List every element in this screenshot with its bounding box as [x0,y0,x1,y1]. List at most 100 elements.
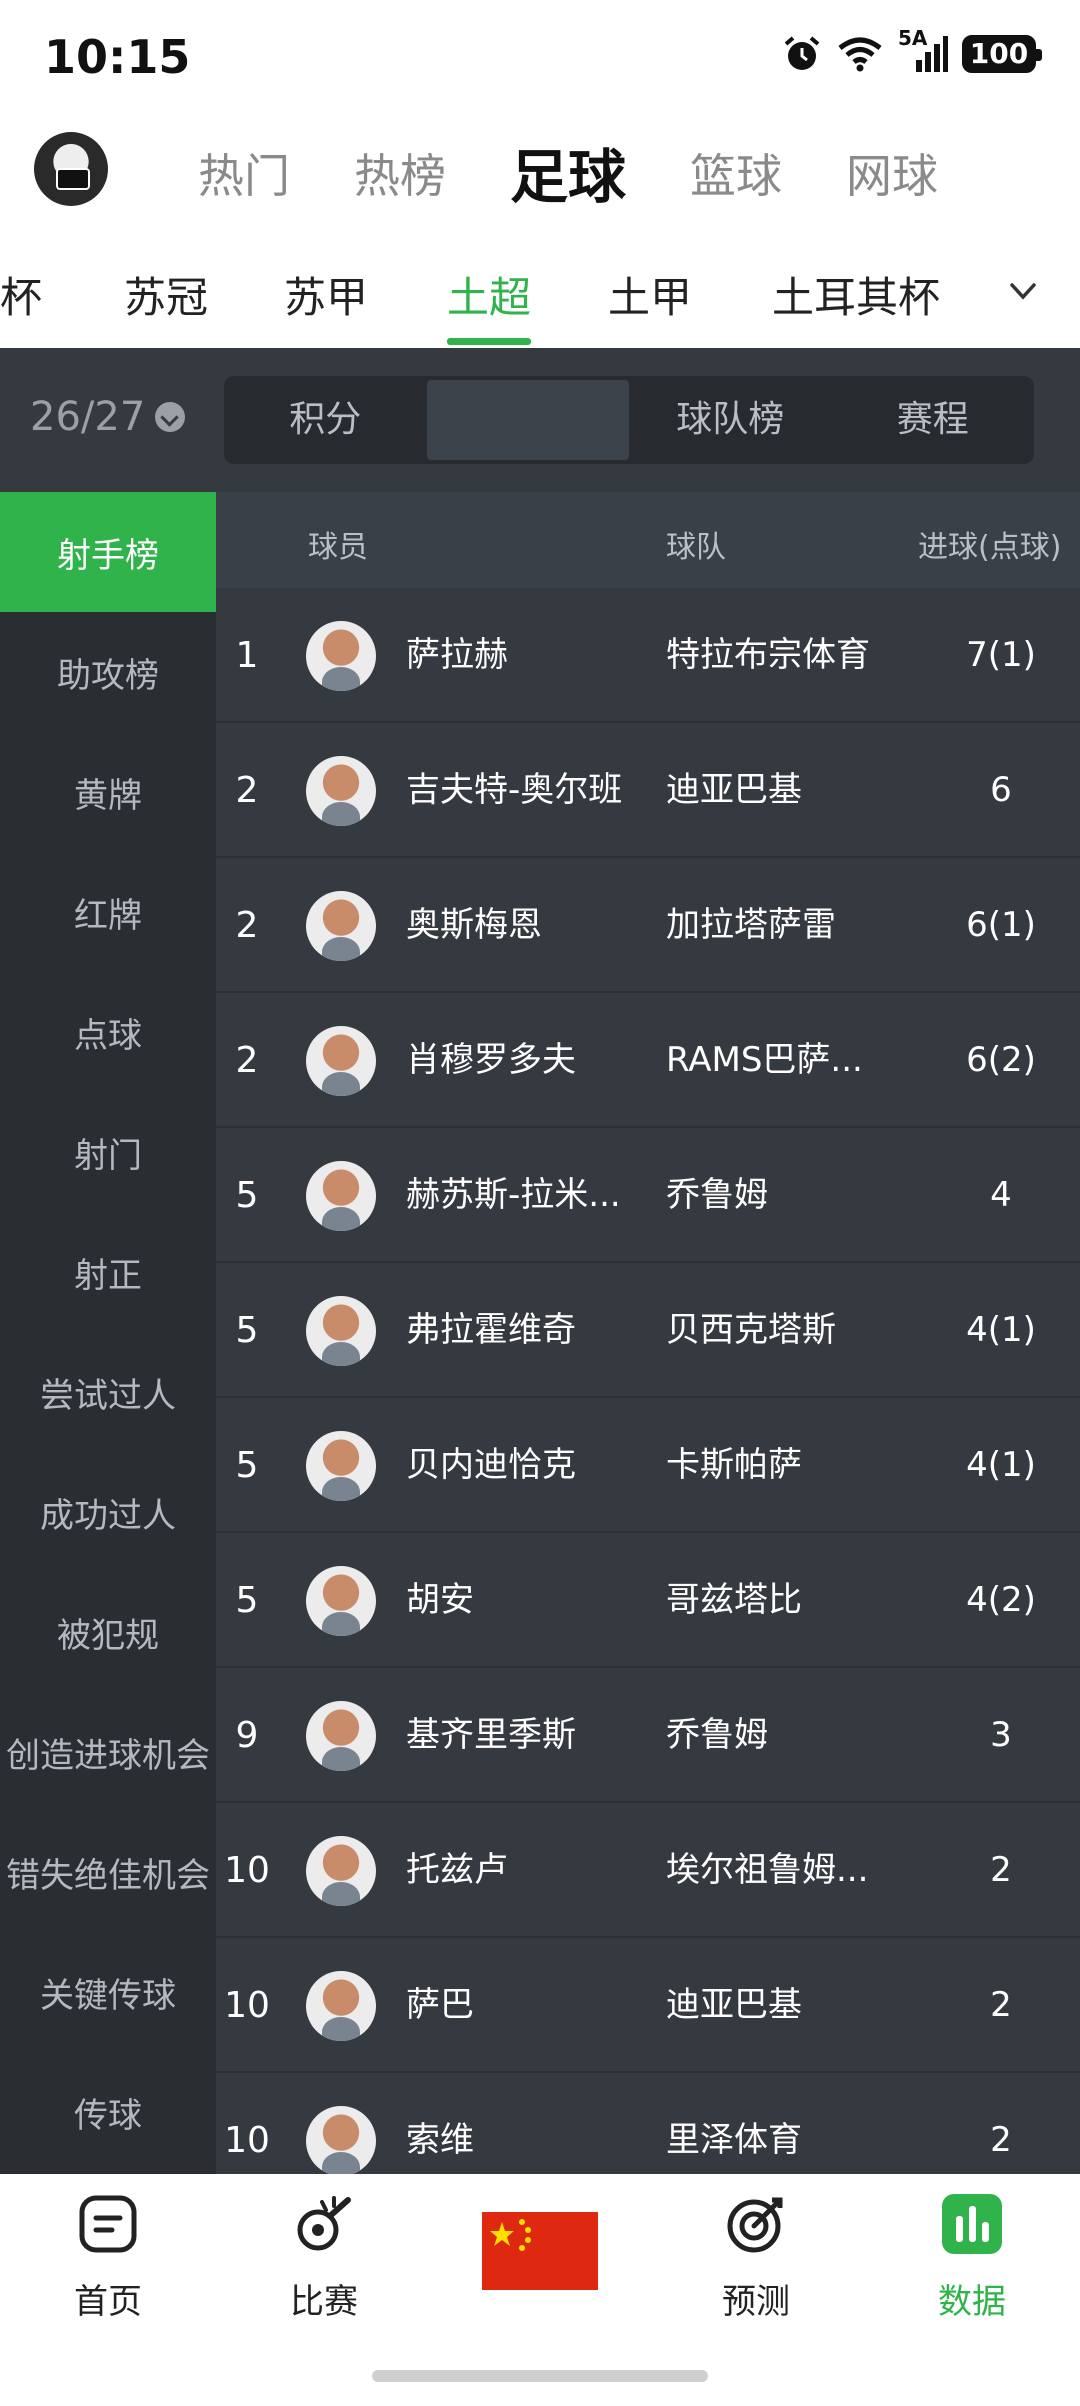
status-time: 10:15 [44,30,191,84]
status-bar: 10:15 5A 100 [0,0,1080,120]
table-row[interactable]: 2 奥斯梅恩 加拉塔萨雷 6(1) [216,858,1080,993]
player-photo [306,1161,376,1231]
segment-schedule[interactable]: 赛程 [832,376,1035,464]
player-photo [306,1701,376,1771]
season-selector[interactable]: 26/27 [30,394,186,440]
tab-tennis[interactable]: 网球 [846,140,938,206]
league-tab-turkish-cup[interactable]: 土耳其杯 [772,264,940,325]
row-rank: 2 [235,770,259,811]
row-player-name: 贝内迪恰克 [406,1445,576,1485]
bottom-tab-data[interactable]: 数据 [892,2192,1052,2323]
alarm-icon [784,36,820,70]
season-label: 26/27 [30,394,146,440]
row-team-name: 特拉布宗体育 [666,635,870,675]
user-avatar[interactable] [34,132,108,206]
sidebar-item-assists[interactable]: 助攻榜 [0,612,216,732]
sidebar-item-shots-on-target[interactable]: 射正 [0,1212,216,1332]
home-icon [79,2195,137,2253]
sidebar-item-dribbles-attempted[interactable]: 尝试过人 [0,1332,216,1452]
table-row[interactable]: 2 吉夫特-奥尔班 迪亚巴基 6 [216,723,1080,858]
table-row[interactable]: 5 弗拉霍维奇 贝西克塔斯 4(1) [216,1263,1080,1398]
row-team-name: 里泽体育 [666,2120,802,2160]
row-goals: 4(1) [966,1445,1036,1485]
player-photo [306,756,376,826]
home-indicator[interactable] [372,2370,708,2382]
bottom-tab-home[interactable]: 首页 [28,2192,188,2323]
active-tab-indicator [447,338,531,345]
row-team-name: 埃尔祖鲁姆... [666,1850,869,1890]
table-row[interactable]: 2 肖穆罗多夫 RAMS巴萨... 6(2) [216,993,1080,1128]
tab-hot[interactable]: 热门 [198,140,290,206]
row-goals: 6 [990,770,1012,810]
player-photo [306,1431,376,1501]
sidebar-item-yellow-cards[interactable]: 黄牌 [0,732,216,852]
table-row[interactable]: 1 萨拉赫 特拉布宗体育 7(1) [216,588,1080,723]
row-goals: 6(1) [966,905,1036,945]
row-team-name: 迪亚巴基 [666,770,802,810]
tab-football[interactable]: 足球 [510,130,626,214]
sidebar-item-fouled[interactable]: 被犯规 [0,1572,216,1692]
tab-basketball[interactable]: 篮球 [690,140,782,206]
segment-team-stats[interactable]: 球队榜 [629,376,832,464]
view-segment-control: 积分 球队榜 赛程 [224,376,1034,464]
tab-hot-list[interactable]: 热榜 [354,140,446,206]
league-tab-cup[interactable]: 杯 [0,264,42,325]
row-rank: 1 [235,635,259,676]
row-player-name: 赫苏斯-拉米... [406,1175,621,1215]
sidebar-item-big-chances-missed[interactable]: 错失绝佳机会 [0,1812,216,1932]
row-player-name: 奥斯梅恩 [406,905,542,945]
row-player-name: 吉夫特-奥尔班 [406,770,623,810]
league-tab-tff-first-league[interactable]: 土甲 [608,264,692,325]
row-rank: 2 [235,1040,259,1081]
star-icon [490,2219,531,2251]
bottom-tab-predictions[interactable]: 预测 [676,2192,836,2323]
sidebar-item-red-cards[interactable]: 红牌 [0,852,216,972]
stats-panel: 26/27 积分 球队榜 赛程 射手榜 助攻榜 黄牌 红牌 点球 射门 射正 尝… [0,348,1080,2174]
row-rank: 9 [235,1715,259,1756]
table-row[interactable]: 10 索维 里泽体育 2 [216,2073,1080,2174]
row-rank: 10 [224,1850,270,1891]
bottom-tab-predictions-label: 预测 [722,2282,790,2322]
table-row[interactable]: 5 胡安 哥兹塔比 4(2) [216,1533,1080,1668]
player-photo [306,1566,376,1636]
row-rank: 10 [224,1985,270,2026]
row-rank: 5 [235,1175,259,1216]
target-icon [727,2197,783,2253]
bottom-tab-home-label: 首页 [74,2282,142,2322]
row-goals: 6(2) [966,1040,1036,1080]
sidebar-item-top-scorers[interactable]: 射手榜 [0,492,216,612]
row-goals: 4(1) [966,1310,1036,1350]
table-row[interactable]: 5 贝内迪恰克 卡斯帕萨 4(1) [216,1398,1080,1533]
row-goals: 4(2) [966,1580,1036,1620]
bottom-tab-matches[interactable]: 比赛 [244,2192,404,2323]
row-team-name: 乔鲁姆 [666,1715,768,1755]
sport-nav: 热门 热榜 足球 篮球 网球 [0,120,1080,240]
row-team-name: 乔鲁姆 [666,1175,768,1215]
row-rank: 2 [235,905,259,946]
chevron-down-icon[interactable] [1008,276,1038,306]
table-row[interactable]: 5 赫苏斯-拉米... 乔鲁姆 4 [216,1128,1080,1263]
row-player-name: 萨拉赫 [406,635,508,675]
row-rank: 5 [235,1580,259,1621]
china-flag-icon[interactable] [482,2212,598,2290]
sidebar-item-passes[interactable]: 传球 [0,2052,216,2172]
battery-icon: 100 [962,35,1042,73]
column-header-team: 球队 [666,530,726,565]
player-photo [306,891,376,961]
league-nav: 杯 苏冠 苏甲 土超 土甲 土耳其杯 [0,240,1080,348]
sidebar-item-dribbles-successful[interactable]: 成功过人 [0,1452,216,1572]
league-tab-super-lig[interactable]: 土超 [447,264,531,325]
sidebar-item-shots[interactable]: 射门 [0,1092,216,1212]
row-goals: 4 [990,1175,1012,1215]
league-tab-scottish-championship[interactable]: 苏冠 [124,264,208,325]
table-row[interactable]: 10 萨巴 迪亚巴基 2 [216,1938,1080,2073]
sidebar-item-chances-created[interactable]: 创造进球机会 [0,1692,216,1812]
segment-player-stats[interactable] [426,380,629,460]
table-row[interactable]: 10 托兹卢 埃尔祖鲁姆... 2 [216,1803,1080,1938]
league-tab-scottish-league-one[interactable]: 苏甲 [284,264,368,325]
sidebar-item-penalties[interactable]: 点球 [0,972,216,1092]
sidebar-item-key-passes[interactable]: 关键传球 [0,1932,216,2052]
segment-standings[interactable]: 积分 [224,376,427,464]
player-photo [306,621,376,691]
table-row[interactable]: 9 基齐里季斯 乔鲁姆 3 [216,1668,1080,1803]
